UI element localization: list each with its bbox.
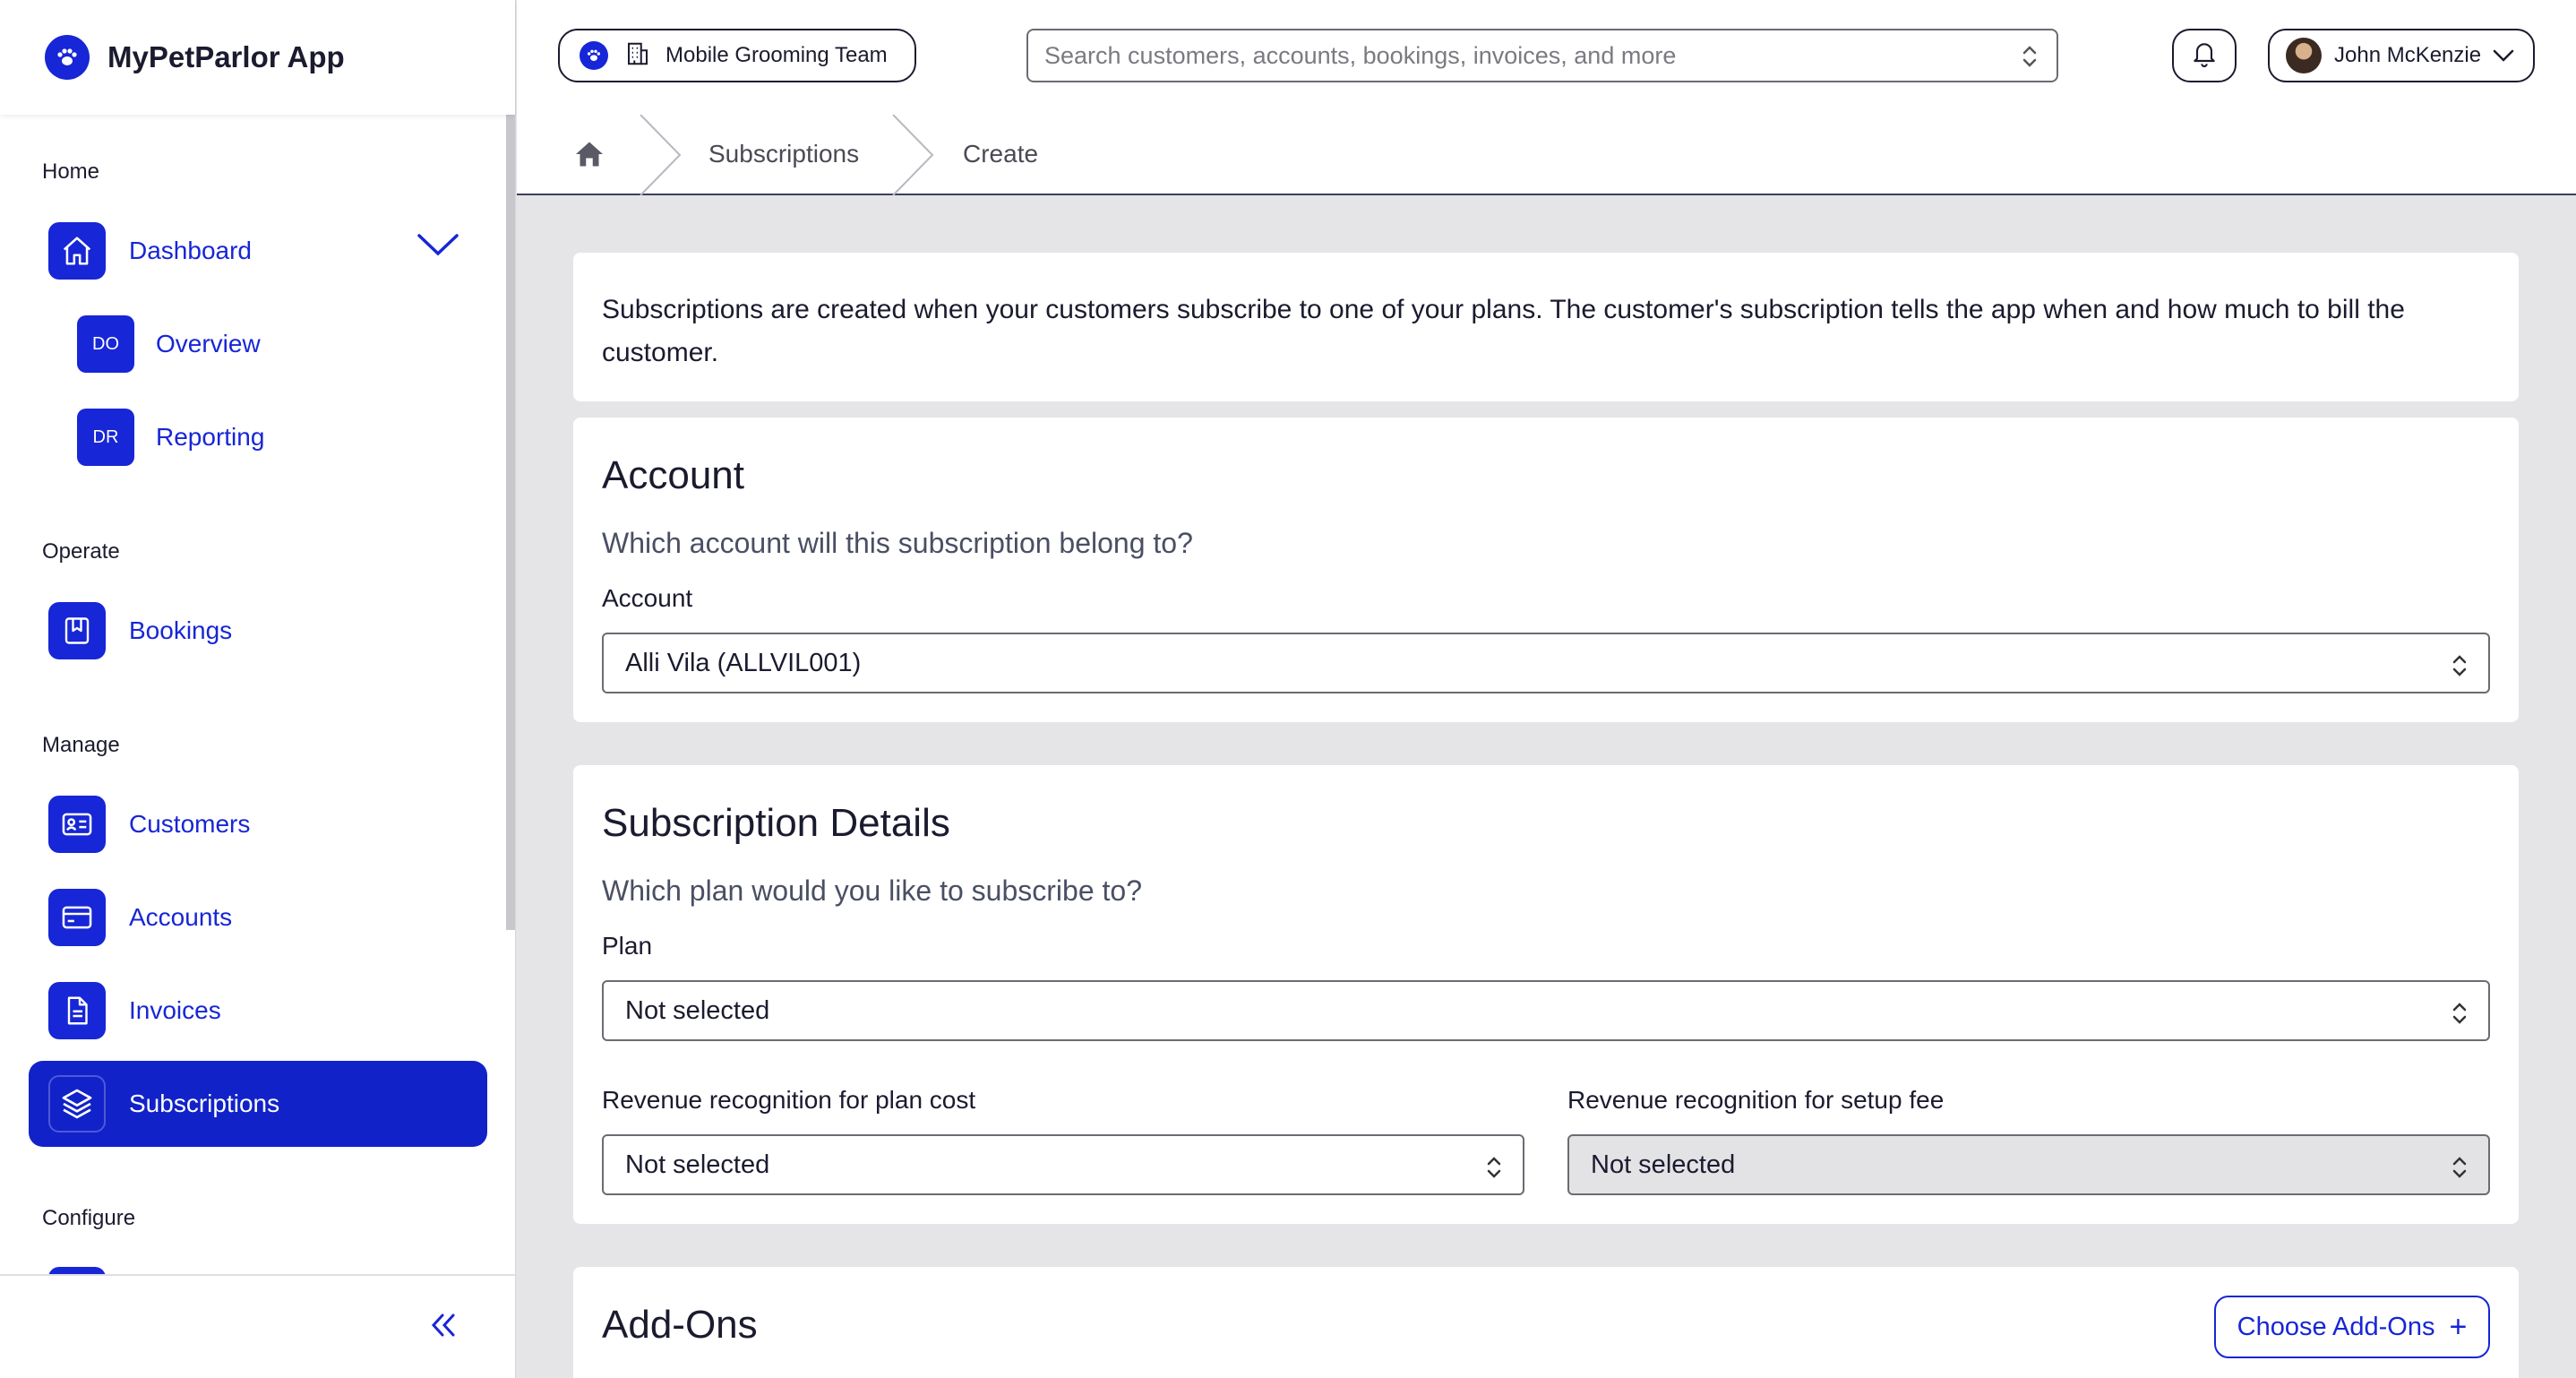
rev-plan-label: Revenue recognition for plan cost <box>602 1086 976 1114</box>
sidebar-subitem-label: Reporting <box>156 423 265 451</box>
sidebar-item-customers[interactable]: Customers <box>29 781 487 867</box>
sidebar-item-configure-partial[interactable] <box>48 1267 106 1274</box>
details-title: Subscription Details <box>602 801 950 845</box>
sidebar-scrollbar[interactable] <box>506 115 515 930</box>
user-name: John McKenzie <box>2334 43 2482 67</box>
addons-card: Add-Ons Choose Add-Ons + <box>573 1267 2519 1378</box>
plus-icon: + <box>2449 1310 2468 1344</box>
plan-select-value: Not selected <box>625 995 770 1025</box>
breadcrumb-separator <box>892 115 934 195</box>
sidebar-item-label: Customers <box>129 810 251 838</box>
global-search[interactable] <box>1026 29 2058 82</box>
layers-icon <box>48 1075 106 1133</box>
sub-badge: DR <box>77 409 134 466</box>
rev-setup-select[interactable]: Not selected <box>1567 1134 2490 1195</box>
collapse-sidebar-icon[interactable] <box>428 1310 459 1345</box>
app-name: MyPetParlor App <box>107 40 345 73</box>
sidebar-subitem-reporting[interactable]: DR Reporting <box>77 409 264 466</box>
home-icon[interactable] <box>572 138 606 175</box>
updown-chevron-icon <box>2451 1154 2469 1188</box>
breadcrumb-create: Create <box>963 140 1039 168</box>
choose-addons-label: Choose Add-Ons <box>2237 1312 2435 1341</box>
sub-badge: DO <box>77 315 134 373</box>
rev-plan-select-value: Not selected <box>625 1150 770 1179</box>
chevron-down-icon[interactable] <box>416 231 460 263</box>
breadcrumb-subscriptions[interactable]: Subscriptions <box>708 140 859 168</box>
account-title: Account <box>602 453 744 497</box>
home-icon <box>48 222 106 280</box>
intro-card: Subscriptions are created when your cust… <box>573 253 2519 401</box>
plan-label: Plan <box>602 932 653 960</box>
sidebar-subitem-overview[interactable]: DO Overview <box>77 315 261 373</box>
sidebar-item-label: Accounts <box>129 903 233 931</box>
account-card: Account Which account will this subscrip… <box>573 418 2519 722</box>
credit-card-icon <box>48 889 106 946</box>
paw-icon <box>580 41 608 70</box>
sidebar-subitem-label: Overview <box>156 330 261 357</box>
avatar <box>2286 38 2322 73</box>
notifications-button[interactable] <box>2172 29 2237 82</box>
intro-text: Subscriptions are created when your cust… <box>602 295 2405 367</box>
sidebar-item-label: Invoices <box>129 996 221 1024</box>
breadcrumb: Subscriptions Create <box>517 115 2576 195</box>
search-input[interactable] <box>1044 41 1994 70</box>
building-icon <box>624 39 651 73</box>
top-bar: Mobile Grooming Team John McKenzie <box>517 0 2576 115</box>
rev-setup-select-value: Not selected <box>1591 1150 1736 1179</box>
section-label-operate: Operate <box>42 539 120 564</box>
team-selector[interactable]: Mobile Grooming Team <box>558 29 916 82</box>
choose-addons-button[interactable]: Choose Add-Ons + <box>2214 1296 2490 1358</box>
bell-icon <box>2190 39 2219 73</box>
section-label-manage: Manage <box>42 733 120 757</box>
sidebar-item-bookings[interactable]: Bookings <box>29 588 487 674</box>
sidebar-item-subscriptions[interactable]: Subscriptions <box>29 1061 487 1147</box>
team-name: Mobile Grooming Team <box>665 43 888 67</box>
breadcrumb-separator <box>640 115 682 195</box>
sidebar-item-label: Dashboard <box>129 237 252 264</box>
sidebar-item-invoices[interactable]: Invoices <box>29 968 487 1054</box>
subscription-details-card: Subscription Details Which plan would yo… <box>573 765 2519 1224</box>
paw-logo-icon <box>45 35 90 80</box>
account-select[interactable]: Alli Vila (ALLVIL001) <box>602 633 2490 693</box>
account-field-label: Account <box>602 584 693 612</box>
bookmark-book-icon <box>48 602 106 659</box>
document-icon <box>48 982 106 1039</box>
brand[interactable]: MyPetParlor App <box>0 0 515 115</box>
plan-select[interactable]: Not selected <box>602 980 2490 1041</box>
chevron-down-icon <box>2492 47 2515 69</box>
id-card-icon <box>48 796 106 853</box>
rev-setup-label: Revenue recognition for setup fee <box>1567 1086 1945 1114</box>
section-label-configure: Configure <box>42 1206 136 1230</box>
sidebar-item-accounts[interactable]: Accounts <box>29 874 487 960</box>
user-menu[interactable]: John McKenzie <box>2268 29 2535 82</box>
updown-chevron-icon <box>2451 652 2469 686</box>
updown-chevron-icon <box>2021 43 2039 74</box>
sidebar-footer <box>0 1274 515 1378</box>
account-question: Which account will this subscription bel… <box>602 527 1193 559</box>
updown-chevron-icon <box>1485 1154 1503 1188</box>
sidebar: MyPetParlor App Home Dashboard DO Overvi… <box>0 0 516 1378</box>
addons-title: Add-Ons <box>602 1303 758 1347</box>
sidebar-item-label: Subscriptions <box>129 1089 280 1117</box>
updown-chevron-icon <box>2451 1000 2469 1034</box>
account-select-value: Alli Vila (ALLVIL001) <box>625 648 862 677</box>
details-question: Which plan would you like to subscribe t… <box>602 874 1142 907</box>
sidebar-nav: Home Dashboard DO Overview DR Reporting … <box>0 115 515 1274</box>
section-label-home: Home <box>42 159 100 184</box>
sidebar-item-label: Bookings <box>129 616 233 644</box>
rev-plan-select[interactable]: Not selected <box>602 1134 1524 1195</box>
